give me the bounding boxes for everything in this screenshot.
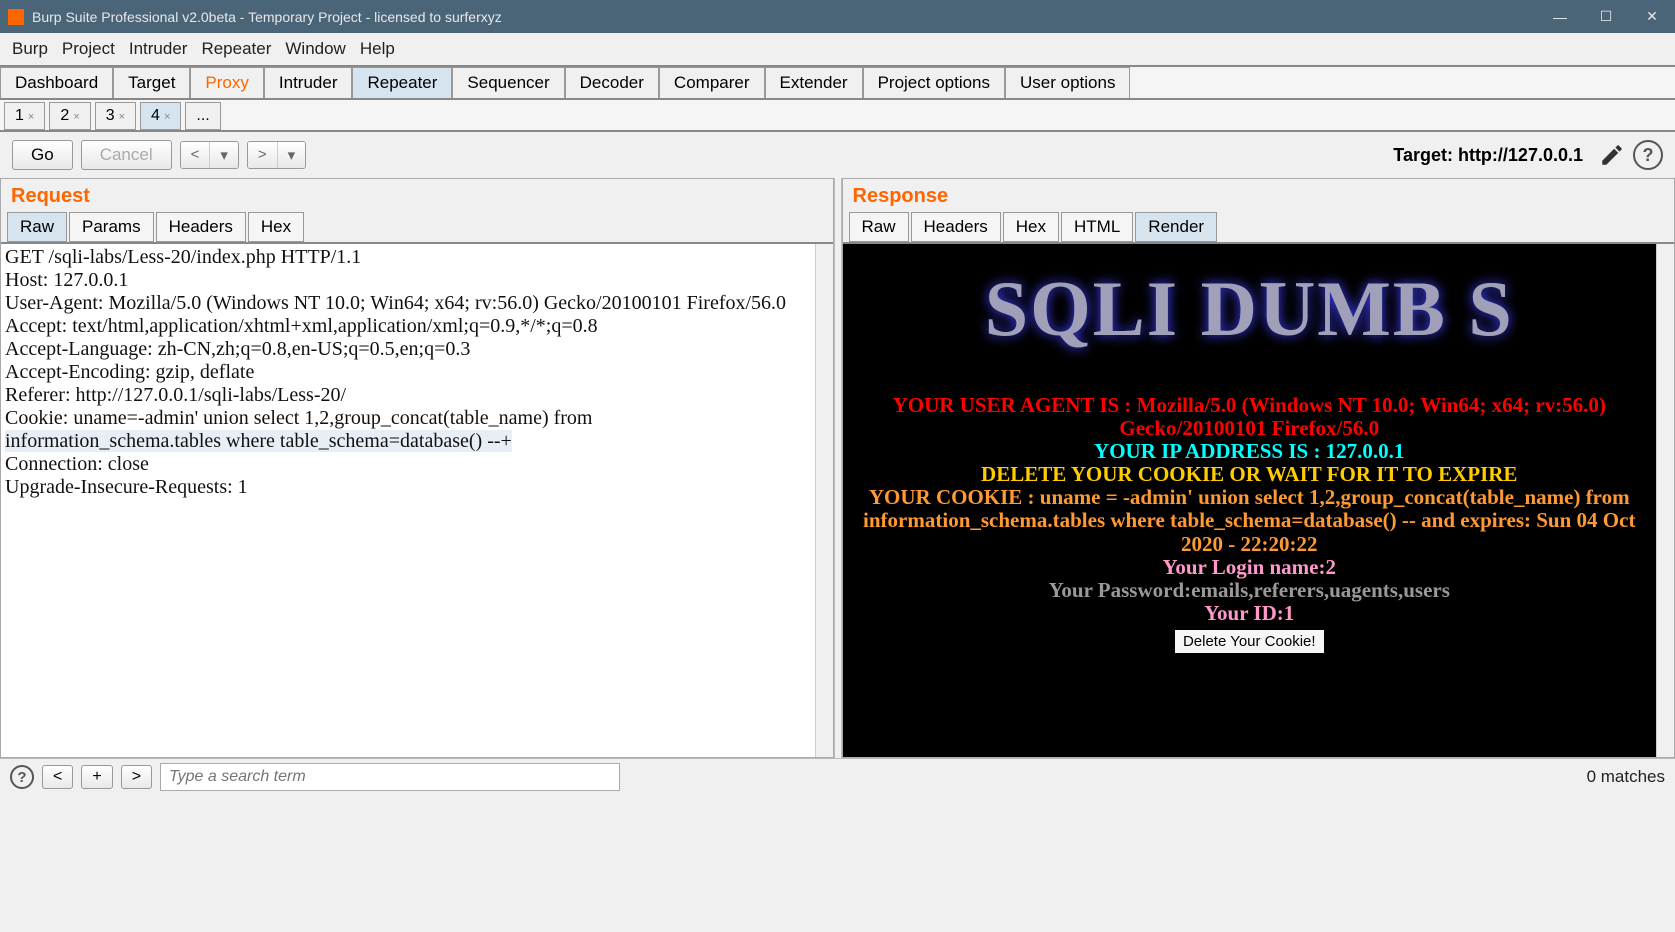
sub-tab-2[interactable]: 2× <box>49 102 90 130</box>
request-raw-editor[interactable]: GET /sqli-labs/Less-20/index.php HTTP/1.… <box>1 244 815 757</box>
response-title: Response <box>843 179 1675 212</box>
response-tab-html[interactable]: HTML <box>1061 212 1133 242</box>
sub-tab-1[interactable]: 1× <box>4 102 45 130</box>
search-prev-button[interactable]: < <box>42 765 73 789</box>
sub-tab-more[interactable]: ... <box>185 102 220 130</box>
tab-proxy[interactable]: Proxy <box>190 67 263 98</box>
scrollbar-vertical[interactable] <box>815 244 833 757</box>
close-icon[interactable]: × <box>119 111 125 123</box>
menu-window[interactable]: Window <box>285 39 345 59</box>
menu-project[interactable]: Project <box>62 39 115 59</box>
sub-tab-3[interactable]: 3× <box>95 102 136 130</box>
menu-burp[interactable]: Burp <box>12 39 48 59</box>
response-tab-headers[interactable]: Headers <box>911 212 1001 242</box>
tab-user-options[interactable]: User options <box>1005 67 1130 98</box>
maximize-icon[interactable]: ☐ <box>1591 2 1621 32</box>
tab-target[interactable]: Target <box>113 67 190 98</box>
request-tab-hex[interactable]: Hex <box>248 212 304 242</box>
delete-cookie-button[interactable]: Delete Your Cookie! <box>1174 629 1325 654</box>
render-cookie: YOUR COOKIE : uname = -admin' union sele… <box>851 486 1649 555</box>
response-render-view[interactable]: SQLI DUMB S YOUR USER AGENT IS : Mozilla… <box>843 244 1657 757</box>
render-login: Your Login name:2 <box>851 556 1649 579</box>
request-tab-headers[interactable]: Headers <box>156 212 246 242</box>
nav-fwd-dropdown[interactable]: ▾ <box>278 142 306 168</box>
tab-sequencer[interactable]: Sequencer <box>452 67 564 98</box>
render-delete-msg: DELETE YOUR COOKIE OR WAIT FOR IT TO EXP… <box>851 463 1649 486</box>
menu-repeater[interactable]: Repeater <box>201 39 271 59</box>
target-label: Target: http://127.0.0.1 <box>1393 145 1583 166</box>
search-input[interactable] <box>160 763 620 791</box>
nav-fwd-group: > ▾ <box>247 141 306 169</box>
split-divider[interactable] <box>834 178 842 758</box>
response-tab-render[interactable]: Render <box>1135 212 1217 242</box>
split-view: Request Raw Params Headers Hex GET /sqli… <box>0 178 1675 758</box>
tab-repeater[interactable]: Repeater <box>352 67 452 98</box>
nav-fwd-button[interactable]: > <box>248 142 278 168</box>
help-icon[interactable]: ? <box>10 765 34 789</box>
nav-back-button[interactable]: < <box>181 142 211 168</box>
request-title: Request <box>1 179 833 212</box>
response-tab-hex[interactable]: Hex <box>1003 212 1059 242</box>
titlebar: Burp Suite Professional v2.0beta - Tempo… <box>0 0 1675 33</box>
close-icon[interactable]: × <box>28 111 34 123</box>
action-row: Go Cancel < ▾ > ▾ Target: http://127.0.0… <box>0 132 1675 178</box>
tab-intruder[interactable]: Intruder <box>264 67 353 98</box>
close-icon[interactable]: × <box>164 111 170 123</box>
close-icon[interactable]: ✕ <box>1637 2 1667 32</box>
tab-dashboard[interactable]: Dashboard <box>0 67 113 98</box>
render-banner: SQLI DUMB S <box>851 264 1649 354</box>
main-tabs: Dashboard Target Proxy Intruder Repeater… <box>0 65 1675 100</box>
close-icon[interactable]: × <box>73 111 79 123</box>
app-icon <box>8 9 24 25</box>
render-ip: YOUR IP ADDRESS IS : 127.0.0.1 <box>851 440 1649 463</box>
response-tabs: Raw Headers Hex HTML Render <box>843 212 1675 244</box>
scrollbar-vertical[interactable] <box>1656 244 1674 757</box>
repeater-sub-tabs: 1× 2× 3× 4× ... <box>0 100 1675 132</box>
nav-back-dropdown[interactable]: ▾ <box>210 142 238 168</box>
edit-target-icon[interactable] <box>1599 142 1625 168</box>
tab-extender[interactable]: Extender <box>765 67 863 98</box>
minimize-icon[interactable]: — <box>1545 2 1575 32</box>
search-matches: 0 matches <box>1587 767 1665 787</box>
request-tab-raw[interactable]: Raw <box>7 212 67 242</box>
render-user-agent: YOUR USER AGENT IS : Mozilla/5.0 (Window… <box>851 394 1649 440</box>
render-password: Your Password:emails,referers,uagents,us… <box>851 579 1649 602</box>
titlebar-text: Burp Suite Professional v2.0beta - Tempo… <box>32 9 1545 25</box>
menubar: Burp Project Intruder Repeater Window He… <box>0 33 1675 65</box>
search-add-button[interactable]: + <box>81 765 112 789</box>
menu-intruder[interactable]: Intruder <box>129 39 188 59</box>
response-tab-raw[interactable]: Raw <box>849 212 909 242</box>
help-icon[interactable]: ? <box>1633 140 1663 170</box>
request-tab-params[interactable]: Params <box>69 212 154 242</box>
request-tabs: Raw Params Headers Hex <box>1 212 833 244</box>
cancel-button[interactable]: Cancel <box>81 140 172 170</box>
tab-project-options[interactable]: Project options <box>863 67 1005 98</box>
tab-comparer[interactable]: Comparer <box>659 67 765 98</box>
render-id: Your ID:1 <box>851 602 1649 625</box>
request-panel: Request Raw Params Headers Hex GET /sqli… <box>0 178 834 758</box>
sub-tab-4[interactable]: 4× <box>140 102 181 130</box>
go-button[interactable]: Go <box>12 140 73 170</box>
search-bar: ? < + > 0 matches <box>0 758 1675 795</box>
search-next-button[interactable]: > <box>121 765 152 789</box>
menu-help[interactable]: Help <box>360 39 395 59</box>
nav-back-group: < ▾ <box>180 141 239 169</box>
response-panel: Response Raw Headers Hex HTML Render SQL… <box>842 178 1675 758</box>
tab-decoder[interactable]: Decoder <box>565 67 659 98</box>
